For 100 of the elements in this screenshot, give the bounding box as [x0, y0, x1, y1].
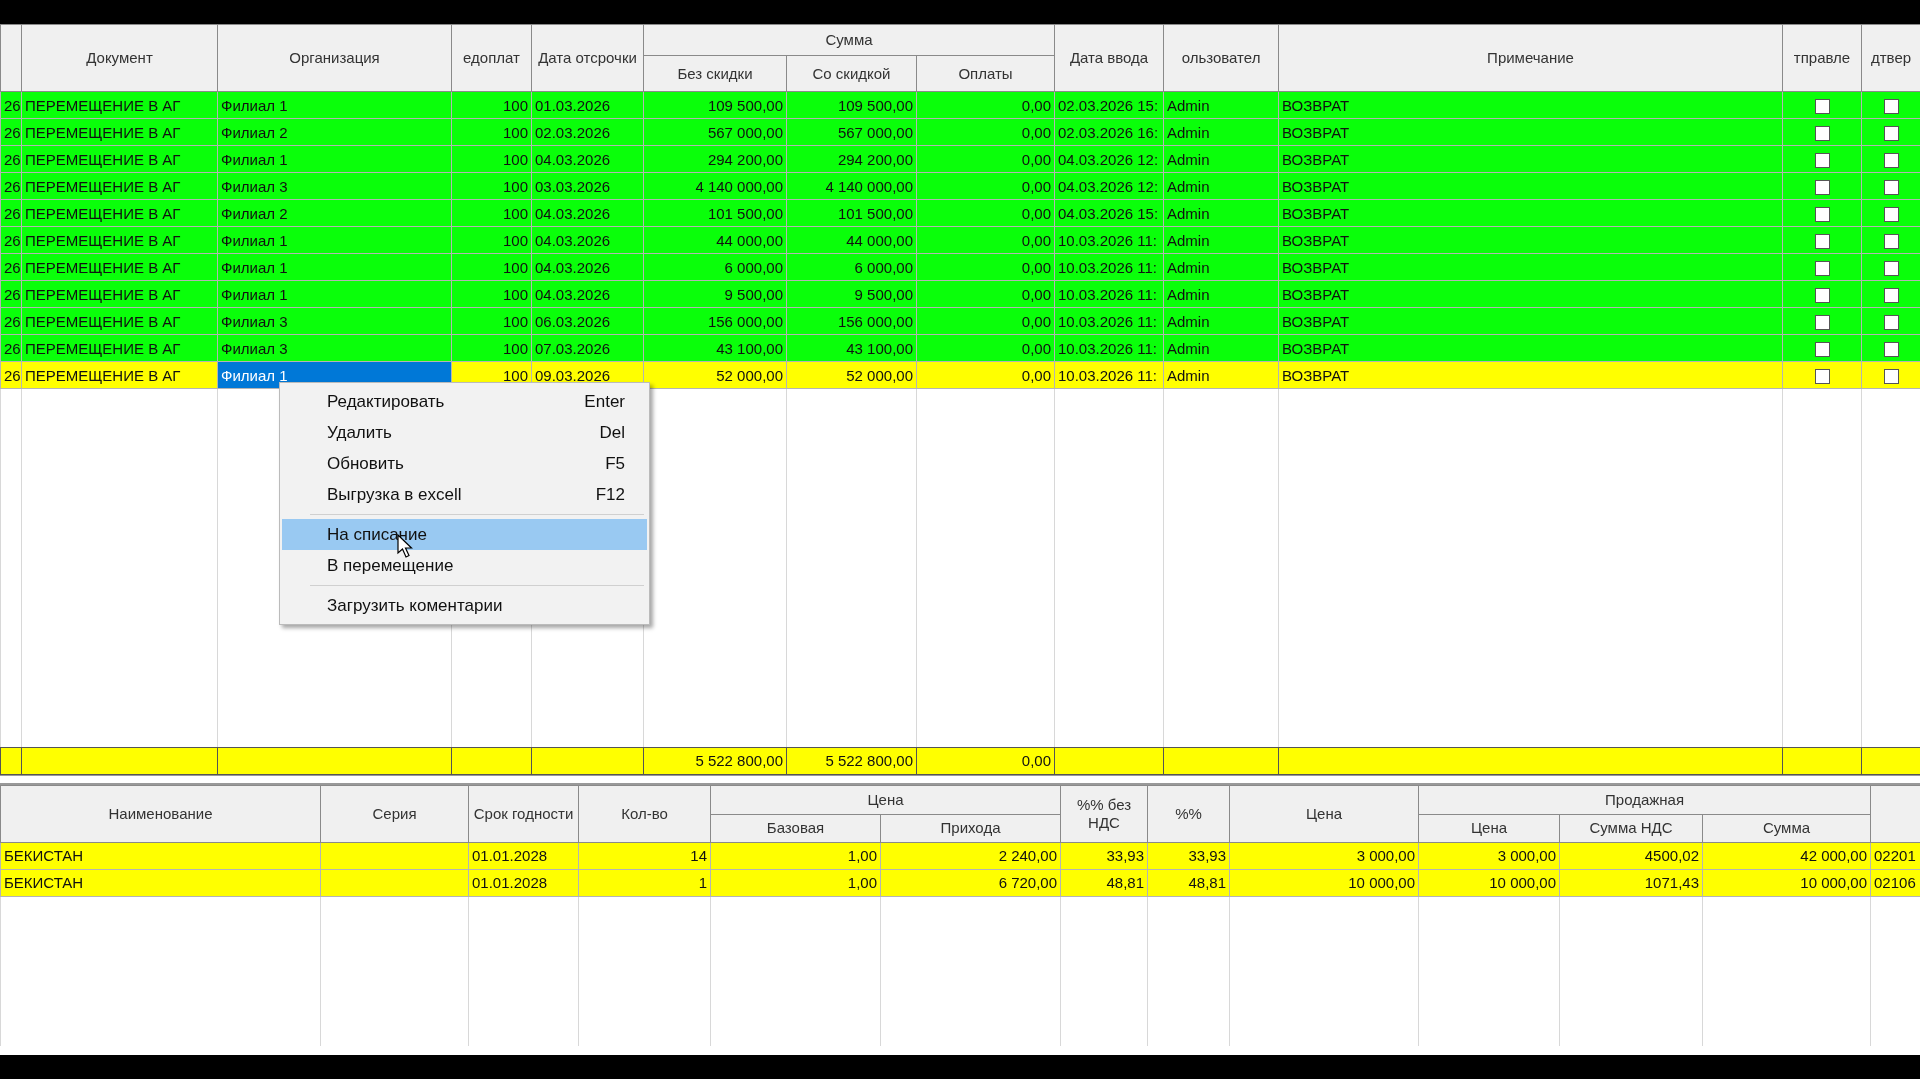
table-cell: 10 000,00: [1702, 869, 1871, 896]
checkbox[interactable]: [1814, 315, 1830, 331]
table-row[interactable]: 26 ПЕРЕМЕЩЕНИЕ В АГ Филиал 3 100 07.03.2026 43 100,00 43 100,00 0,00 10.03.2026 11: Admin ВОЗВРАТ: [0, 334, 1920, 362]
menu-item[interactable]: Выгрузка в excell F12: [282, 479, 647, 510]
column-header[interactable]: Цена: [1229, 785, 1419, 842]
checkbox[interactable]: [1883, 153, 1899, 169]
checkbox[interactable]: [1883, 288, 1899, 304]
column-header[interactable]: Прихода: [880, 814, 1061, 842]
table-cell: 10 000,00: [1418, 869, 1560, 896]
column-header[interactable]: Сумма НДС: [1559, 814, 1703, 842]
column-header[interactable]: ользовател: [1163, 24, 1279, 92]
column-header[interactable]: Цена: [1418, 814, 1560, 842]
table-cell: 1,00: [710, 842, 881, 869]
checkbox[interactable]: [1814, 126, 1830, 142]
column-header[interactable]: Цена: [710, 785, 1061, 814]
column-header[interactable]: едоплат: [451, 24, 532, 92]
table-cell: ПЕРЕМЕЩЕНИЕ В АГ: [21, 145, 218, 173]
table-cell: 101 500,00: [786, 199, 917, 227]
table-cell: Филиал 2: [217, 118, 452, 146]
menu-item[interactable]: Обновить F5: [282, 448, 647, 479]
table-row[interactable]: 26 ПЕРЕМЕЩЕНИЕ В АГ Филиал 3 100 03.03.2026 4 140 000,00 4 140 000,00 0,00 04.03.2026 12: Admin ВОЗВРАТ: [0, 172, 1920, 200]
table-row[interactable]: 26 ПЕРЕМЕЩЕНИЕ В АГ Филиал 2 100 04.03.2026 101 500,00 101 500,00 0,00 04.03.2026 15: Admin ВОЗВРАТ: [0, 199, 1920, 227]
table-cell: 04.03.2026 12:: [1054, 172, 1164, 200]
table-cell: 100: [451, 334, 532, 362]
column-header[interactable]: Базовая: [710, 814, 881, 842]
table-cell: 100: [451, 307, 532, 335]
checkbox[interactable]: [1814, 180, 1830, 196]
table-cell: 5 522 800,00: [643, 747, 787, 774]
checkbox[interactable]: [1814, 234, 1830, 250]
table-cell: 04.03.2026 12:: [1054, 145, 1164, 173]
table-row[interactable]: 26 ПЕРЕМЕЩЕНИЕ В АГ Филиал 1 100 04.03.2026 9 500,00 9 500,00 0,00 10.03.2026 11: Admin ВОЗВРАТ: [0, 280, 1920, 308]
column-header[interactable]: Сумма: [1702, 814, 1871, 842]
table-cell: 01.03.2026: [531, 91, 644, 119]
column-header[interactable]: Дата отсрочки: [531, 24, 644, 92]
table-cell: ВОЗВРАТ: [1278, 118, 1783, 146]
checkbox[interactable]: [1883, 234, 1899, 250]
checkbox[interactable]: [1883, 207, 1899, 223]
table-cell: БЕКИСТАН: [0, 869, 321, 896]
checkbox[interactable]: [1883, 261, 1899, 277]
checkbox[interactable]: [1883, 126, 1899, 142]
checkbox[interactable]: [1814, 207, 1830, 223]
menu-item[interactable]: Удалить Del: [282, 417, 647, 448]
table-row[interactable]: 26 ПЕРЕМЕЩЕНИЕ В АГ Филиал 3 100 06.03.2026 156 000,00 156 000,00 0,00 10.03.2026 11: Admin ВОЗВРАТ: [0, 307, 1920, 335]
table-cell: Admin: [1163, 307, 1279, 335]
menu-item[interactable]: На списание: [282, 519, 647, 550]
table-cell: 42 000,00: [1702, 842, 1871, 869]
checkbox[interactable]: [1814, 342, 1830, 358]
checkbox[interactable]: [1883, 369, 1899, 385]
table-cell: ПЕРЕМЕЩЕНИЕ В АГ: [21, 307, 218, 335]
table-cell: 6 000,00: [643, 253, 787, 281]
table-cell: 294 200,00: [786, 145, 917, 173]
menu-item[interactable]: В перемещение: [282, 550, 647, 581]
table-cell: Admin: [1163, 199, 1279, 227]
column-header[interactable]: %% без НДС: [1060, 785, 1148, 842]
column-header[interactable]: Кол-во: [578, 785, 711, 842]
table-cell: 52 000,00: [786, 361, 917, 389]
column-header[interactable]: Продажная: [1418, 785, 1871, 814]
checkbox[interactable]: [1883, 315, 1899, 331]
column-header[interactable]: Серия: [320, 785, 469, 842]
table-row[interactable]: 26 ПЕРЕМЕЩЕНИЕ В АГ Филиал 1 100 01.03.2026 109 500,00 109 500,00 0,00 02.03.2026 15: Admin ВОЗВРАТ: [0, 91, 1920, 119]
column-header[interactable]: Дата ввода: [1054, 24, 1164, 92]
checkbox[interactable]: [1883, 342, 1899, 358]
table-cell: 4500,02: [1559, 842, 1703, 869]
splitter-bar[interactable]: [0, 774, 1920, 785]
column-header[interactable]: тправле: [1782, 24, 1862, 92]
table-cell: 100: [451, 280, 532, 308]
table-cell: Филиал 1: [217, 145, 452, 173]
table-row[interactable]: 26 ПЕРЕМЕЩЕНИЕ В АГ Филиал 1 100 04.03.2026 294 200,00 294 200,00 0,00 04.03.2026 12: Admin ВОЗВРАТ: [0, 145, 1920, 173]
checkbox[interactable]: [1814, 261, 1830, 277]
column-header[interactable]: Организация: [217, 24, 452, 92]
menu-item[interactable]: Редактировать Enter: [282, 386, 647, 417]
table-cell: Филиал 1: [217, 253, 452, 281]
table-row[interactable]: 26 ПЕРЕМЕЩЕНИЕ В АГ Филиал 1 100 04.03.2026 6 000,00 6 000,00 0,00 10.03.2026 11: Admin ВОЗВРАТ: [0, 253, 1920, 281]
column-header[interactable]: Без скидки: [643, 55, 787, 92]
table-cell: 33,93: [1060, 842, 1148, 869]
table-cell: 1071,43: [1559, 869, 1703, 896]
table-cell: 100: [451, 91, 532, 119]
table-row[interactable]: 26 ПЕРЕМЕЩЕНИЕ В АГ Филиал 1 100 04.03.2026 44 000,00 44 000,00 0,00 10.03.2026 11: Admin ВОЗВРАТ: [0, 226, 1920, 254]
column-header[interactable]: Наименование: [0, 785, 321, 842]
column-header[interactable]: Документ: [21, 24, 218, 92]
table-cell: 43 100,00: [643, 334, 787, 362]
menu-item[interactable]: Загрузить коментарии: [282, 590, 647, 621]
checkbox[interactable]: [1814, 288, 1830, 304]
table-row[interactable]: 26 ПЕРЕМЕЩЕНИЕ В АГ Филиал 2 100 02.03.2026 567 000,00 567 000,00 0,00 02.03.2026 16: Admin ВОЗВРАТ: [0, 118, 1920, 146]
column-header[interactable]: %%: [1147, 785, 1230, 842]
column-header[interactable]: Оплаты: [916, 55, 1055, 92]
column-header[interactable]: дтвер: [1861, 24, 1920, 92]
column-header[interactable]: Со скидкой: [786, 55, 917, 92]
checkbox[interactable]: [1883, 99, 1899, 115]
column-header[interactable]: Примечание: [1278, 24, 1783, 92]
checkbox[interactable]: [1814, 99, 1830, 115]
checkbox[interactable]: [1814, 369, 1830, 385]
table-cell: 5 522 800,00: [786, 747, 917, 774]
column-header[interactable]: Сумма: [643, 24, 1055, 56]
checkbox[interactable]: [1883, 180, 1899, 196]
column-header[interactable]: Срок годности: [468, 785, 579, 842]
table-cell: 156 000,00: [786, 307, 917, 335]
table-cell: 101 500,00: [643, 199, 787, 227]
table-cell: ПЕРЕМЕЩЕНИЕ В АГ: [21, 334, 218, 362]
checkbox[interactable]: [1814, 153, 1830, 169]
